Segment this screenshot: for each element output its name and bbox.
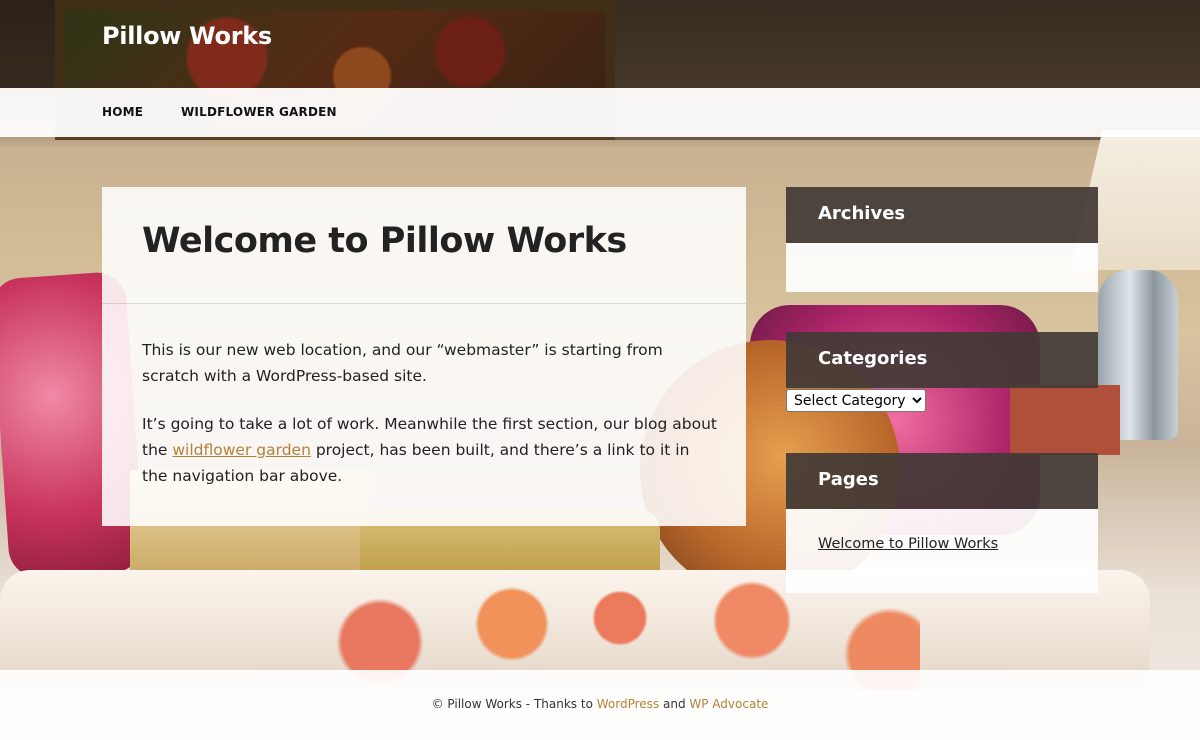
site-header: Pillow Works (0, 0, 1200, 88)
footer-credits: © Pillow Works - Thanks to WordPress and… (0, 697, 1200, 711)
post-divider (102, 303, 746, 304)
footer-wordpress-link[interactable]: WordPress (597, 697, 659, 711)
footer-copyright: © Pillow Works - Thanks to (431, 697, 597, 711)
nav-item-wildflower-garden[interactable]: WILDFLOWER GARDEN (181, 105, 337, 119)
background-photo-frame (1010, 385, 1120, 455)
footer-and: and (659, 697, 690, 711)
pages-title: Pages (818, 469, 879, 490)
category-select[interactable]: Select Category (786, 389, 926, 412)
site-footer: © Pillow Works - Thanks to WordPress and… (0, 670, 1200, 740)
pages-widget-header: Pages (786, 453, 1098, 509)
footer-wp-advocate-link[interactable]: WP Advocate (689, 697, 768, 711)
categories-title: Categories (818, 348, 928, 369)
site-title[interactable]: Pillow Works (102, 22, 272, 50)
archives-widget-body (786, 243, 1098, 292)
post-card: Welcome to Pillow Works This is our new … (102, 187, 746, 526)
main-navigation: HOME WILDFLOWER GARDEN (0, 88, 1200, 137)
pages-widget-body: Welcome to Pillow Works (786, 509, 1098, 593)
nav-item-home[interactable]: HOME (102, 105, 143, 119)
archives-title: Archives (818, 203, 906, 224)
archives-widget-header: Archives (786, 187, 1098, 243)
post-paragraph-2: It’s going to take a lot of work. Meanwh… (142, 411, 717, 489)
pages-item-welcome[interactable]: Welcome to Pillow Works (818, 536, 998, 552)
post-paragraph-1: This is our new web location, and our “w… (142, 341, 663, 385)
wildflower-garden-link[interactable]: wildflower garden (172, 441, 311, 459)
post-body: This is our new web location, and our “w… (142, 337, 717, 511)
post-title: Welcome to Pillow Works (142, 221, 627, 261)
categories-widget-header: Categories (786, 332, 1098, 388)
